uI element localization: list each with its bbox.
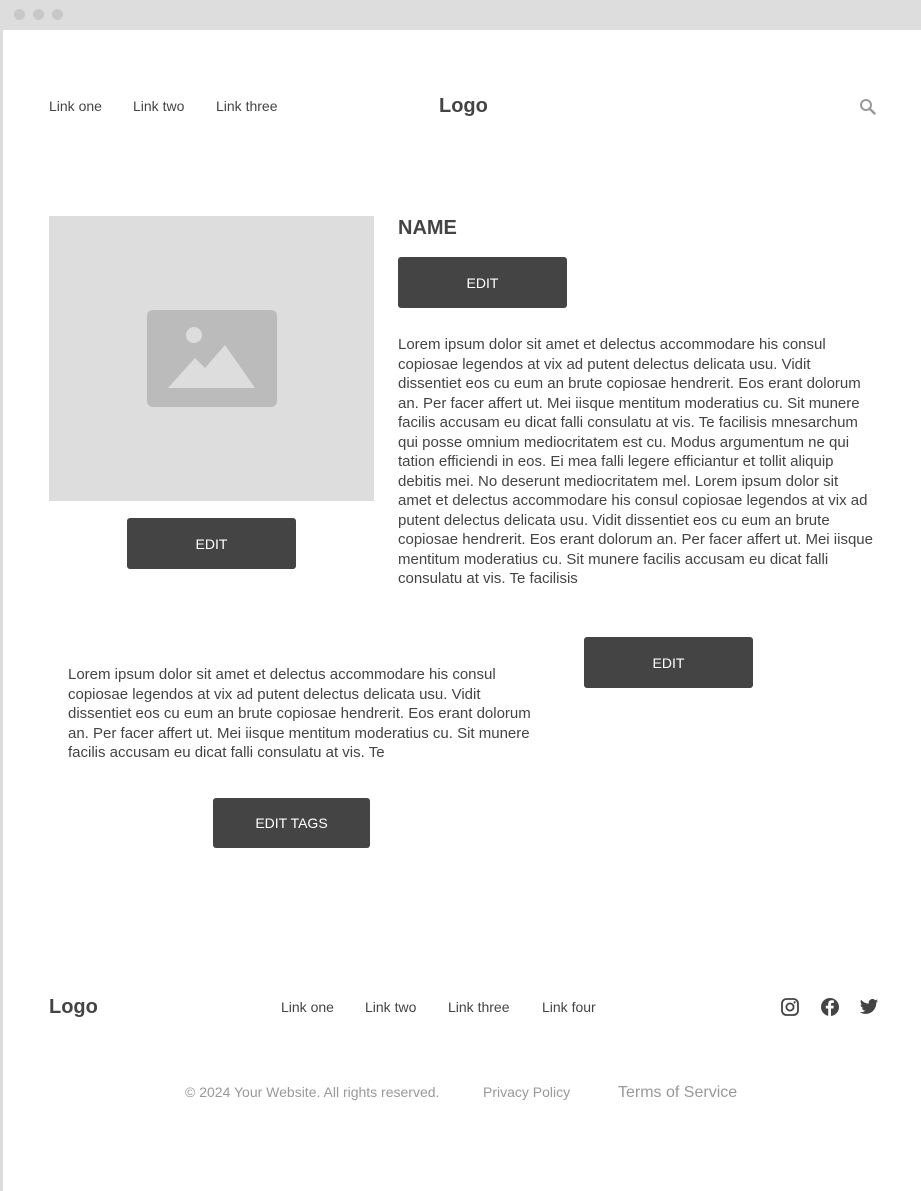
image-placeholder-icon xyxy=(147,310,277,407)
footer-link-four[interactable]: Link four xyxy=(542,999,596,1015)
nav-link-one[interactable]: Link one xyxy=(49,98,102,114)
footer-link-three[interactable]: Link three xyxy=(448,999,509,1015)
edit-tags-button[interactable]: EDIT TAGS xyxy=(213,798,370,848)
nav-link-two[interactable]: Link two xyxy=(133,98,184,114)
edit-bio-button[interactable]: EDIT xyxy=(584,637,753,688)
profile-name: NAME xyxy=(398,217,457,239)
privacy-policy-link[interactable]: Privacy Policy xyxy=(483,1084,570,1100)
window-control-dot[interactable] xyxy=(52,9,63,20)
profile-bio-text: Lorem ipsum dolor sit amet et delectus a… xyxy=(398,336,873,587)
header-logo[interactable]: Logo xyxy=(439,95,488,117)
nav-link-three[interactable]: Link three xyxy=(216,98,277,114)
window-title-bar xyxy=(0,0,921,30)
edit-name-button[interactable]: EDIT xyxy=(398,257,567,308)
facebook-icon[interactable] xyxy=(820,997,840,1017)
instagram-icon[interactable] xyxy=(780,997,800,1017)
window-border xyxy=(0,30,3,1191)
terms-of-service-link[interactable]: Terms of Service xyxy=(618,1084,737,1102)
twitter-icon[interactable] xyxy=(859,997,879,1017)
search-icon[interactable] xyxy=(858,97,878,117)
window-control-dot[interactable] xyxy=(14,9,25,20)
window-control-dot[interactable] xyxy=(33,9,44,20)
tags-text: Lorem ipsum dolor sit amet et delectus a… xyxy=(68,666,531,761)
footer-link-one[interactable]: Link one xyxy=(281,999,334,1015)
profile-image-placeholder xyxy=(49,216,374,501)
copyright-text: © 2024 Your Website. All rights reserved… xyxy=(185,1084,440,1100)
footer-link-two[interactable]: Link two xyxy=(365,999,416,1015)
edit-image-button[interactable]: EDIT xyxy=(127,518,296,569)
footer-logo[interactable]: Logo xyxy=(49,996,98,1018)
